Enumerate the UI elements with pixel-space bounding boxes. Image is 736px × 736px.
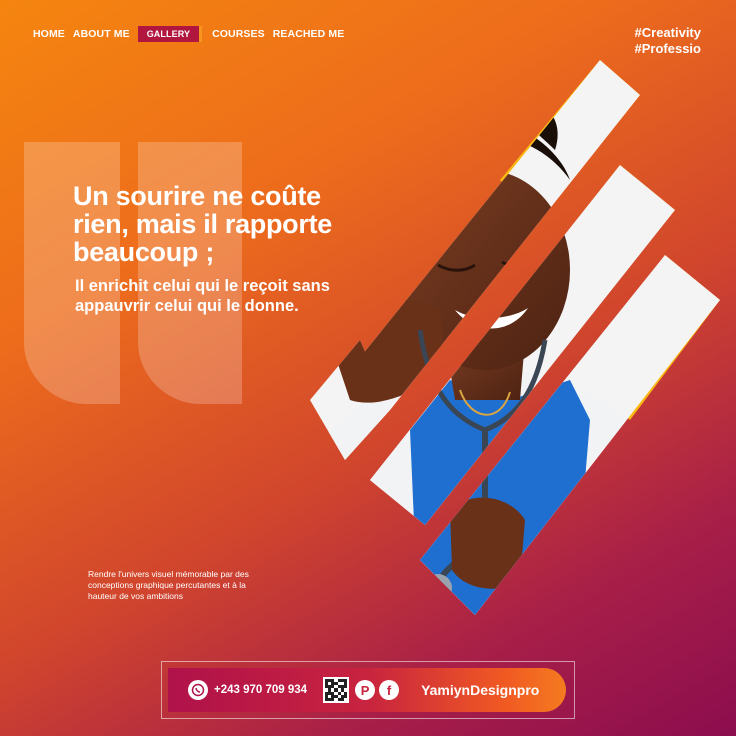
phone-number[interactable]: +243 970 709 934	[214, 684, 307, 696]
portrait-image	[310, 60, 720, 615]
brand-name: YamiynDesignpro	[421, 682, 540, 698]
facebook-icon[interactable]: f	[379, 680, 400, 700]
nav-reached-me[interactable]: REACHED ME	[273, 28, 345, 40]
contact-bar: +243 970 709 934 P f YamiynDesignpro	[168, 668, 566, 712]
nav-courses[interactable]: COURSES	[212, 28, 265, 40]
tagline-text: Rendre l'univers visuel mémorable par de…	[88, 569, 249, 601]
nav-gallery[interactable]: GALLERY	[137, 26, 203, 42]
whatsapp-icon[interactable]	[188, 680, 208, 700]
pinterest-icon[interactable]: P	[355, 680, 376, 700]
hashtag-creativity: #Creativity	[634, 25, 701, 40]
qr-code	[323, 677, 350, 703]
nav-home[interactable]: HOME	[33, 28, 65, 40]
nav-about-me[interactable]: ABOUT ME	[73, 28, 130, 40]
